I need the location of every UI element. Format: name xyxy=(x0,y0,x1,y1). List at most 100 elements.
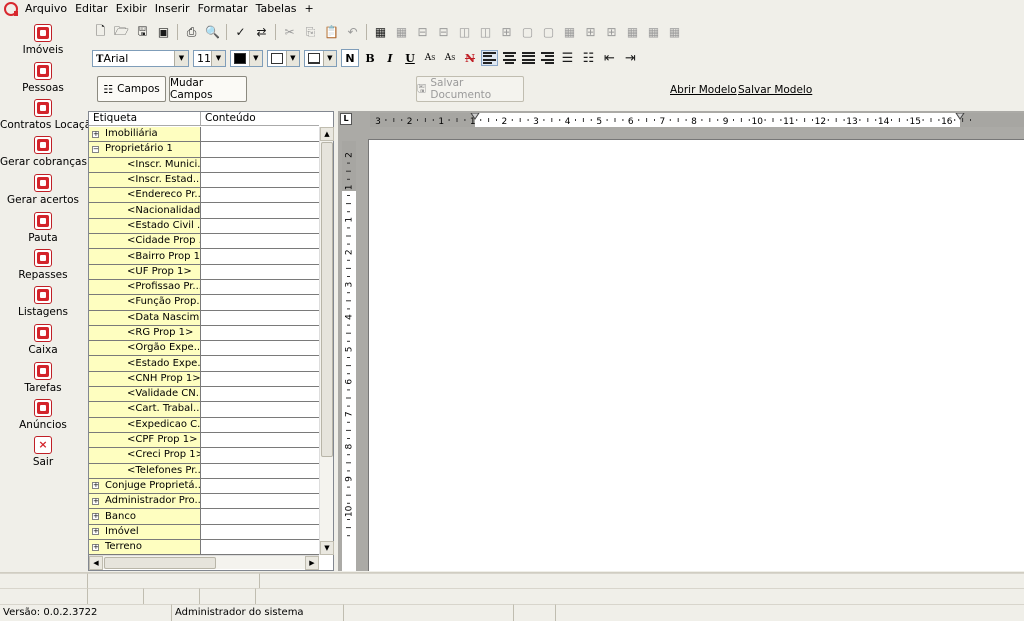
sidebar-item-gerar-acertos[interactable]: Gerar acertos xyxy=(0,174,86,206)
italic-button[interactable]: I xyxy=(381,49,399,67)
tree-label-cell[interactable]: <Profissao Pr... xyxy=(89,279,201,295)
tree-field-row[interactable]: <Nacionalidad... xyxy=(89,203,319,219)
replace-icon[interactable]: ⇄ xyxy=(253,24,270,41)
highlight-color-select[interactable]: ▼ xyxy=(267,49,300,67)
tree-label-cell[interactable]: <Estado Civil ... xyxy=(89,218,201,234)
tree-content-cell[interactable] xyxy=(201,494,319,509)
menu-arquivo[interactable]: Arquivo xyxy=(21,0,71,18)
tree-content-cell[interactable] xyxy=(201,172,319,188)
insert-table-icon[interactable]: ▦ xyxy=(372,24,389,41)
font-size-select[interactable]: 11 ▼ xyxy=(193,49,226,67)
sidebar-item-tarefas[interactable]: Tarefas xyxy=(0,362,86,394)
copy-icon[interactable]: ⎘ xyxy=(302,24,319,41)
tree-content-cell[interactable] xyxy=(201,157,319,172)
tree-content-cell[interactable] xyxy=(201,279,319,295)
tree-label-cell[interactable]: <Orgão Expe... xyxy=(89,341,201,356)
tree-label-cell[interactable]: <Validade CN... xyxy=(89,387,201,402)
tree-label-cell[interactable]: <Endereco Pr... xyxy=(89,188,201,203)
tree-field-row[interactable]: <Expedicao C... xyxy=(89,417,319,433)
document-page[interactable] xyxy=(368,139,1024,571)
tree-field-row[interactable]: <Cart. Trabal... xyxy=(89,402,319,418)
tree-field-row[interactable]: <Telefones Pr... xyxy=(89,463,319,479)
tree-content-cell[interactable] xyxy=(201,127,319,142)
tree-content-cell[interactable] xyxy=(201,310,319,325)
collapse-icon[interactable]: − xyxy=(92,145,99,153)
chevron-down-icon[interactable]: ▼ xyxy=(211,50,225,66)
tree-group-row[interactable]: + Administrador Pro... xyxy=(89,494,319,510)
tree-label-cell[interactable]: <UF Prop 1> xyxy=(89,264,201,279)
chevron-down-icon[interactable]: ▼ xyxy=(285,50,299,66)
tree-content-cell[interactable] xyxy=(201,264,319,279)
border-style-select[interactable]: ▼ xyxy=(304,49,337,67)
tree-content-cell[interactable] xyxy=(201,142,319,157)
tree-field-row[interactable]: <Função Prop... xyxy=(89,295,319,311)
align-right-icon[interactable] xyxy=(540,51,555,65)
vertical-ruler[interactable]: 2 1 1 2 3 4 5 6 7 8 9 10 xyxy=(342,141,356,571)
select-table-icon[interactable]: ▦ xyxy=(561,24,578,41)
tree-vertical-scrollbar[interactable]: ▲ ▼ xyxy=(319,127,334,555)
scroll-down-icon[interactable]: ▼ xyxy=(320,541,334,555)
tree-label-cell[interactable]: <Telefones Pr... xyxy=(89,463,201,478)
expand-icon[interactable]: + xyxy=(92,528,99,536)
delete-col-icon[interactable]: ▢ xyxy=(519,24,536,41)
tree-label-cell[interactable]: <Nacionalidad... xyxy=(89,203,201,218)
tree-content-cell[interactable] xyxy=(201,203,319,218)
scroll-left-icon[interactable]: ◀ xyxy=(89,556,103,570)
insert-row-above-icon[interactable]: ⊟ xyxy=(414,24,431,41)
tree-label-cell[interactable]: <Inscr. Munici... xyxy=(89,157,201,172)
text-color-select[interactable]: ▼ xyxy=(230,49,263,67)
tree-content-cell[interactable] xyxy=(201,524,319,540)
tree-group-row[interactable]: + Banco xyxy=(89,509,319,525)
table-grid-lines-icon[interactable]: ▦ xyxy=(666,24,683,41)
campos-button[interactable]: ☷ Campos xyxy=(97,76,166,102)
tree-label-cell[interactable]: <CPF Prop 1> xyxy=(89,432,201,448)
underline-button[interactable]: U xyxy=(401,49,419,67)
tree-label-cell[interactable]: + Imobiliária xyxy=(89,127,201,142)
tree-label-cell[interactable]: <Cart. Trabal... xyxy=(89,402,201,417)
tree-label-cell[interactable]: + Administrador Pro... xyxy=(89,494,201,509)
tree-label-cell[interactable]: <Expedicao C... xyxy=(89,417,201,432)
delete-cell-icon[interactable]: ▢ xyxy=(540,24,557,41)
strikethrough-icon[interactable]: N xyxy=(461,49,479,67)
tree-content-cell[interactable] xyxy=(201,356,319,371)
sidebar-item-listagens[interactable]: Listagens xyxy=(0,286,86,318)
sidebar-item-pauta[interactable]: Pauta xyxy=(0,212,86,244)
menu-more[interactable]: + xyxy=(301,0,318,18)
tree-field-row[interactable]: <CNH Prop 1> xyxy=(89,371,319,388)
tree-group-row[interactable]: − Proprietário 1 xyxy=(89,142,319,158)
salvar-documento-button[interactable]: 🖫 Salvar Documento xyxy=(416,76,524,102)
tree-content-cell[interactable] xyxy=(201,325,319,341)
tree-field-row[interactable]: <Bairro Prop 1> xyxy=(89,249,319,265)
save-icon[interactable]: 🖫 xyxy=(134,24,151,41)
tree-content-cell[interactable] xyxy=(201,478,319,494)
chevron-down-icon[interactable]: ▼ xyxy=(248,50,262,66)
tree-label-cell[interactable]: <Cidade Prop ... xyxy=(89,234,201,249)
tree-field-row[interactable]: <Estado Civil ... xyxy=(89,218,319,235)
expand-icon[interactable]: + xyxy=(92,543,99,551)
new-document-icon[interactable]: 🗋 xyxy=(92,24,109,41)
print-preview-icon[interactable]: 🔍 xyxy=(204,24,221,41)
delete-row-icon[interactable]: ⊞ xyxy=(498,24,515,41)
sidebar-item-anuncios[interactable]: Anúncios xyxy=(0,399,86,431)
tree-content-cell[interactable] xyxy=(201,540,319,555)
tree-field-row[interactable]: <Endereco Pr... xyxy=(89,188,319,204)
tree-content-cell[interactable] xyxy=(201,341,319,356)
horizontal-ruler[interactable]: 3 2 1 1 2 3 4 5 6 7 8 9 10 11 12 13 14 15 16 xyxy=(370,113,1024,127)
cut-icon[interactable]: ✂ xyxy=(281,24,298,41)
tree-field-row[interactable]: <RG Prop 1> xyxy=(89,325,319,342)
tree-content-cell[interactable] xyxy=(201,432,319,448)
tree-content-cell[interactable] xyxy=(201,417,319,432)
table-grid-icon[interactable]: ▦ xyxy=(393,24,410,41)
chevron-down-icon[interactable]: ▼ xyxy=(174,50,188,66)
tree-field-row[interactable]: <CPF Prop 1> xyxy=(89,432,319,449)
chevron-down-icon[interactable]: ▼ xyxy=(322,50,336,66)
tree-content-cell[interactable] xyxy=(201,295,319,310)
tree-label-cell[interactable]: <Inscr. Estad... xyxy=(89,172,201,188)
bold-n-button[interactable]: N xyxy=(341,49,359,67)
tree-content-cell[interactable] xyxy=(201,218,319,234)
bold-button[interactable]: B xyxy=(361,49,379,67)
menu-tabelas[interactable]: Tabelas xyxy=(252,0,301,18)
tree-label-cell[interactable]: + Banco xyxy=(89,509,201,524)
tree-field-row[interactable]: <Orgão Expe... xyxy=(89,341,319,357)
tree-field-row[interactable]: <Creci Prop 1> xyxy=(89,448,319,464)
